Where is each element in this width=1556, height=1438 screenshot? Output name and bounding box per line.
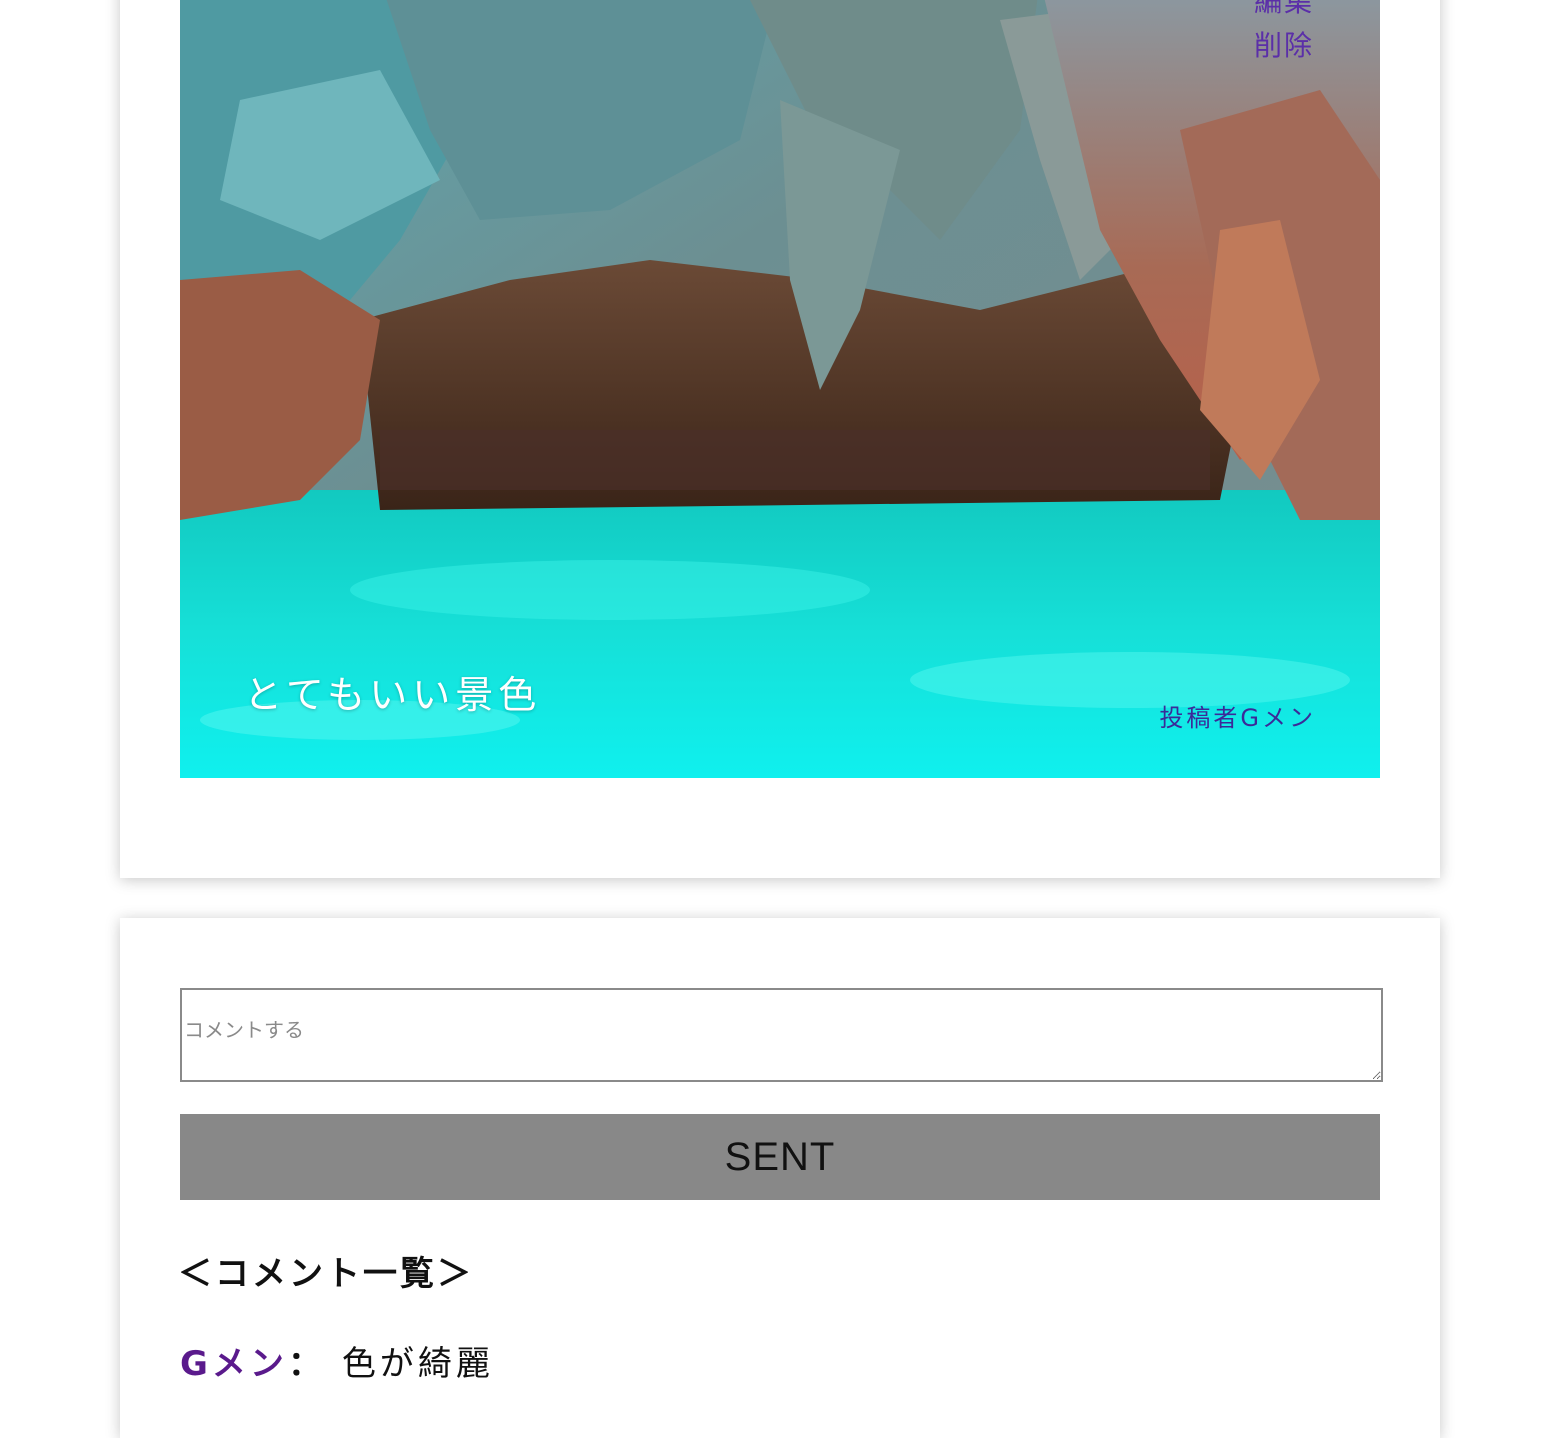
post-author: 投稿者Gメン [1159,704,1316,732]
comment-textarea[interactable] [180,988,1383,1082]
comment-author-link[interactable]: Gメン [180,1344,288,1384]
delete-link[interactable]: 削除 [1254,24,1314,68]
comment-text: 色が綺麗 [341,1344,494,1384]
send-comment-button[interactable]: SENT [180,1114,1380,1200]
post-card: 編集 削除 とてもいい景色 投稿者Gメン [120,0,1440,878]
comment-card: SENT ＜コメント一覧＞ Gメン： 色が綺麗 [120,918,1440,1438]
comment-item: Gメン： 色が綺麗 [180,1336,494,1385]
post-actions: 編集 削除 [1254,0,1314,68]
comment-separator: ： [287,1344,326,1384]
cave-image [180,0,1380,778]
comment-list-heading: ＜コメント一覧＞ [178,1254,474,1294]
post-photo: 編集 削除 とてもいい景色 投稿者Gメン [180,0,1380,778]
edit-link[interactable]: 編集 [1254,0,1314,24]
post-caption: とてもいい景色 [244,673,542,717]
